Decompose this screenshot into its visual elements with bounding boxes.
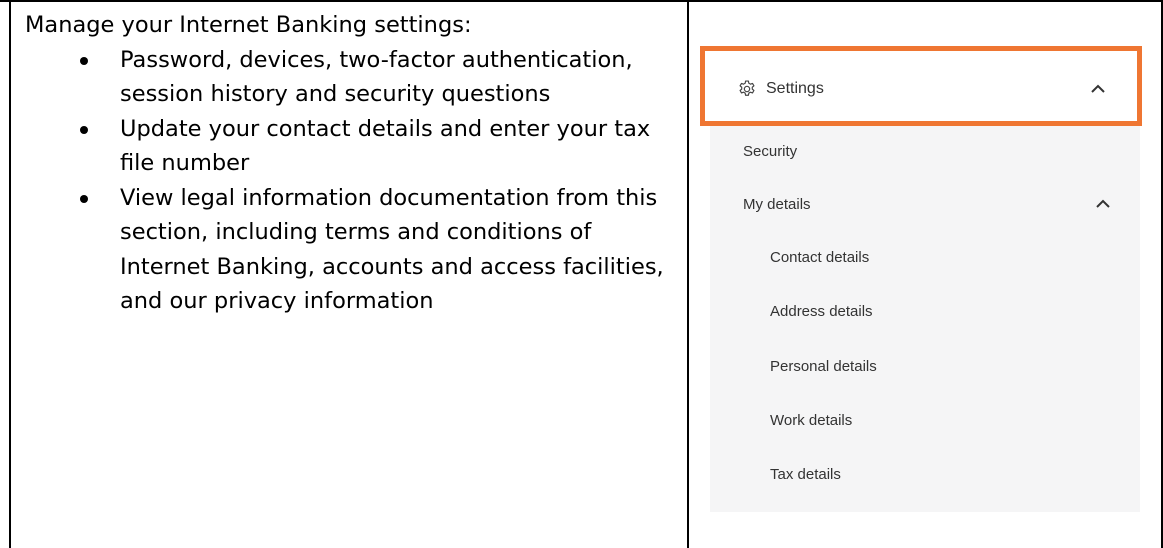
instructions-cell: Manage your Internet Banking settings: P… (25, 8, 675, 319)
settings-label: Settings (766, 80, 824, 97)
menu-item-my-details[interactable]: My details (743, 195, 811, 215)
bullet-item: Password, devices, two-factor authentica… (25, 43, 675, 112)
settings-menu-header[interactable]: Settings (700, 46, 1142, 126)
submenu-item-tax-details[interactable]: Tax details (770, 465, 841, 485)
settings-menu: Settings Security My details Contact det… (700, 46, 1142, 512)
bullet-item: View legal information documentation fro… (25, 181, 675, 319)
bullet-icon (80, 125, 88, 134)
bullet-icon (80, 56, 88, 65)
submenu-item-personal-details[interactable]: Personal details (770, 357, 877, 377)
bullet-text: Password, devices, two-factor authentica… (120, 46, 633, 108)
table-border-middle (687, 2, 689, 548)
bullet-text: View legal information documentation fro… (120, 184, 664, 315)
gear-icon (739, 80, 755, 96)
intro-text: Manage your Internet Banking settings: (25, 12, 472, 38)
table-border-left (9, 2, 11, 548)
chevron-up-icon[interactable] (1095, 199, 1111, 209)
submenu-item-contact-details[interactable]: Contact details (770, 248, 869, 268)
submenu-item-address-details[interactable]: Address details (770, 302, 873, 322)
chevron-up-icon[interactable] (1090, 84, 1106, 94)
bullet-text: Update your contact details and enter yo… (120, 115, 651, 177)
menu-item-security[interactable]: Security (743, 142, 797, 162)
bullet-list: Password, devices, two-factor authentica… (25, 43, 675, 319)
submenu-item-work-details[interactable]: Work details (770, 411, 852, 431)
bullet-item: Update your contact details and enter yo… (25, 112, 675, 181)
bullet-icon (80, 194, 88, 203)
